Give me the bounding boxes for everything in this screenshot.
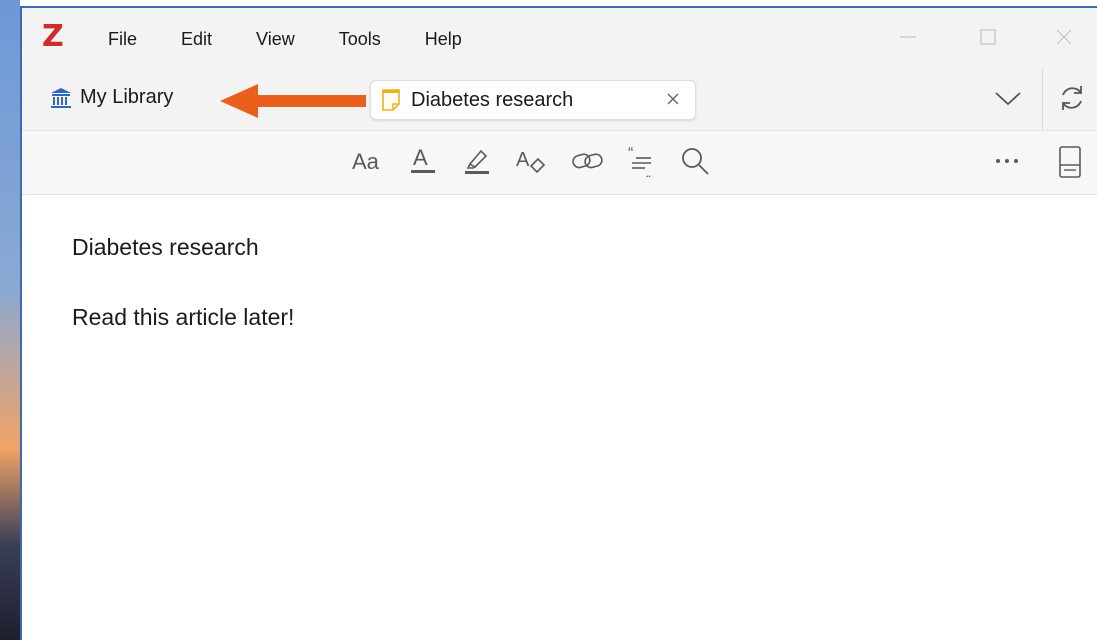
text-color-button[interactable]: A [406, 143, 440, 179]
citation-icon: “ „ [628, 145, 651, 177]
minimize-button[interactable] [888, 22, 928, 52]
text-format-icon: Aa [352, 149, 380, 174]
tab-my-library[interactable]: My Library [50, 86, 173, 109]
menu-help[interactable]: Help [403, 26, 484, 52]
menu-tools[interactable]: Tools [317, 26, 403, 52]
svg-text:“: “ [628, 145, 633, 162]
tab-bar: My Library Diabetes research [22, 68, 1097, 131]
more-icon [996, 159, 1018, 163]
find-button[interactable] [678, 143, 712, 179]
app-window: Z File Edit View Tools Help My Library D… [20, 6, 1097, 640]
svg-text:A: A [413, 145, 428, 170]
title-bar: Z File Edit View Tools Help [22, 8, 1097, 69]
svg-text:„: „ [646, 164, 651, 177]
note-icon [382, 89, 400, 111]
tab-divider [1042, 68, 1043, 130]
sync-icon[interactable] [1056, 82, 1088, 114]
arrow-left-icon [220, 84, 366, 118]
clear-formatting-button[interactable]: A [514, 143, 550, 179]
minimize-icon [900, 36, 916, 38]
menu-bar: File Edit View Tools Help [86, 26, 484, 52]
format-toolbar: Aa A A “ „ [22, 131, 1097, 195]
text-format-button[interactable]: Aa [350, 143, 388, 179]
close-tab-icon[interactable] [665, 91, 681, 107]
maximize-button[interactable] [968, 22, 1008, 52]
find-icon [682, 148, 709, 175]
chevron-down-icon[interactable] [994, 88, 1022, 108]
svg-text:Aa: Aa [352, 149, 380, 174]
clear-formatting-icon: A [516, 149, 546, 174]
note-paragraph: Diabetes research [72, 234, 259, 260]
toggle-sidebar-icon[interactable] [1058, 145, 1082, 179]
maximize-icon [980, 29, 996, 45]
menu-view[interactable]: View [234, 26, 317, 52]
library-icon [51, 87, 71, 108]
note-editor[interactable]: Diabetes research Read this article late… [72, 230, 1057, 370]
tab-note-label: Diabetes research [411, 88, 574, 111]
link-button[interactable] [570, 143, 606, 179]
text-color-icon: A [411, 145, 435, 173]
zotero-logo: Z [42, 19, 64, 54]
citation-button[interactable]: “ „ [624, 143, 658, 179]
menu-edit[interactable]: Edit [159, 26, 234, 52]
link-icon [572, 153, 603, 169]
tab-my-library-label: My Library [80, 86, 174, 108]
desktop-background [0, 0, 20, 640]
close-window-button[interactable] [1044, 22, 1084, 52]
highlight-icon [465, 149, 489, 174]
close-icon [1056, 29, 1072, 45]
tab-note[interactable]: Diabetes research [370, 80, 696, 120]
more-options-button[interactable] [994, 143, 1020, 179]
note-paragraph: Read this article later! [72, 304, 295, 330]
highlight-button[interactable] [460, 143, 494, 179]
svg-text:A: A [516, 149, 530, 171]
menu-file[interactable]: File [86, 26, 159, 52]
